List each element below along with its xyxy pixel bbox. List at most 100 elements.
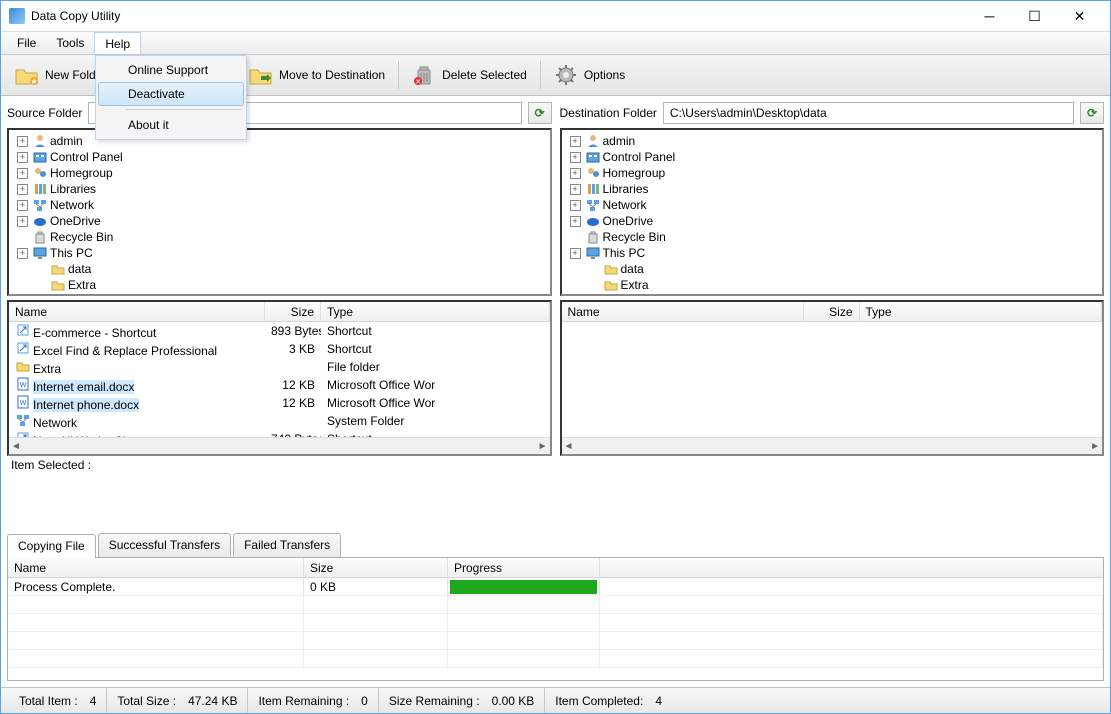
expand-icon[interactable]: + bbox=[570, 216, 581, 227]
tree-item[interactable]: +Control Panel bbox=[11, 149, 548, 165]
tree-item[interactable]: data bbox=[564, 261, 1101, 277]
expand-icon[interactable]: + bbox=[570, 168, 581, 179]
menu-file[interactable]: File bbox=[7, 32, 46, 54]
net-icon bbox=[15, 413, 31, 427]
source-label: Source Folder bbox=[7, 106, 82, 120]
pc-icon bbox=[585, 246, 601, 260]
expand-icon[interactable]: + bbox=[17, 184, 28, 195]
destination-file-list[interactable]: Name Size Type ◄► bbox=[560, 300, 1105, 456]
help-dropdown: Online Support Deactivate About it bbox=[95, 55, 247, 140]
tab-copying-file[interactable]: Copying File bbox=[7, 534, 96, 558]
item-completed-label: Item Completed: bbox=[555, 694, 643, 708]
expand-icon[interactable]: + bbox=[570, 184, 581, 195]
expand-icon[interactable]: + bbox=[17, 168, 28, 179]
source-refresh-button[interactable]: ⟳ bbox=[528, 102, 552, 124]
tab-failed-transfers[interactable]: Failed Transfers bbox=[233, 533, 341, 557]
copying-row: Process Complete.0 KB bbox=[8, 578, 1103, 596]
folder-icon bbox=[603, 262, 619, 276]
tree-item[interactable]: +Network bbox=[11, 197, 548, 213]
window-title: Data Copy Utility bbox=[31, 9, 120, 23]
tab-successful-transfers[interactable]: Successful Transfers bbox=[98, 533, 231, 557]
tree-item[interactable]: Extra bbox=[11, 277, 548, 293]
col-size[interactable]: Size bbox=[804, 302, 860, 321]
destination-pane: Destination Folder ⟳ +admin+Control Pane… bbox=[560, 100, 1105, 529]
menu-about[interactable]: About it bbox=[98, 113, 244, 137]
tree-item[interactable]: +Libraries bbox=[564, 181, 1101, 197]
tree-item[interactable]: Recycle Bin bbox=[564, 229, 1101, 245]
tree-item[interactable]: +Homegroup bbox=[564, 165, 1101, 181]
destination-hscroll[interactable]: ◄► bbox=[562, 437, 1103, 454]
onedrive-icon bbox=[585, 214, 601, 228]
total-size-value: 47.24 KB bbox=[188, 694, 237, 708]
link-icon bbox=[15, 323, 31, 337]
tree-item[interactable]: +Network bbox=[564, 197, 1101, 213]
destination-label: Destination Folder bbox=[560, 106, 657, 120]
expand-icon[interactable]: + bbox=[17, 152, 28, 163]
expand-icon[interactable]: + bbox=[17, 200, 28, 211]
minimize-button[interactable]: ─ bbox=[967, 2, 1012, 30]
expand-icon[interactable]: + bbox=[570, 200, 581, 211]
options-button[interactable]: Options bbox=[544, 58, 635, 92]
expand-icon[interactable]: + bbox=[570, 152, 581, 163]
menu-separator bbox=[126, 109, 242, 110]
tree-item[interactable]: +OneDrive bbox=[11, 213, 548, 229]
close-button[interactable]: ✕ bbox=[1057, 2, 1102, 30]
tree-item[interactable]: +admin bbox=[11, 133, 548, 149]
menubar: File Tools Help Online Support Deactivat… bbox=[1, 31, 1110, 55]
col-name[interactable]: Name bbox=[9, 302, 265, 321]
menu-deactivate[interactable]: Deactivate bbox=[98, 82, 244, 106]
destination-refresh-button[interactable]: ⟳ bbox=[1080, 102, 1104, 124]
tree-item[interactable]: Extra bbox=[564, 277, 1101, 293]
new-folder-button[interactable]: ★ New Fold bbox=[5, 58, 106, 92]
list-item[interactable]: New All Work - Shortcut740 BytesShortcut bbox=[9, 430, 550, 437]
net-icon bbox=[32, 198, 48, 212]
tree-item[interactable]: Recycle Bin bbox=[11, 229, 548, 245]
source-tree[interactable]: +admin+Control Panel+Homegroup+Libraries… bbox=[7, 128, 552, 296]
lib-icon bbox=[585, 182, 601, 196]
expand-icon[interactable]: + bbox=[570, 248, 581, 259]
cop-col-name[interactable]: Name bbox=[8, 558, 304, 577]
size-remaining-label: Size Remaining : bbox=[389, 694, 480, 708]
tree-item[interactable]: +OneDrive bbox=[564, 213, 1101, 229]
menu-help[interactable]: Help bbox=[94, 32, 141, 54]
folder-icon bbox=[50, 262, 66, 276]
tree-item[interactable]: data bbox=[11, 261, 548, 277]
delete-icon: ✕ bbox=[412, 63, 436, 87]
bottom-tabs: Copying File Successful Transfers Failed… bbox=[7, 533, 1104, 681]
progress-bar bbox=[450, 580, 597, 594]
expand-icon[interactable]: + bbox=[17, 216, 28, 227]
item-remaining-value: 0 bbox=[361, 694, 368, 708]
cop-col-size[interactable]: Size bbox=[304, 558, 448, 577]
item-completed-value: 4 bbox=[655, 694, 662, 708]
tree-item[interactable]: +Libraries bbox=[11, 181, 548, 197]
tree-item[interactable]: +This PC bbox=[11, 245, 548, 261]
docx-icon: W bbox=[15, 377, 31, 391]
maximize-button[interactable]: ☐ bbox=[1012, 2, 1057, 30]
recycle-icon bbox=[32, 230, 48, 244]
source-hscroll[interactable]: ◄► bbox=[9, 437, 550, 454]
cop-col-progress[interactable]: Progress bbox=[448, 558, 600, 577]
tree-item[interactable]: +Control Panel bbox=[564, 149, 1101, 165]
menu-tools[interactable]: Tools bbox=[46, 32, 94, 54]
user-icon bbox=[32, 134, 48, 148]
delete-selected-button[interactable]: ✕ Delete Selected bbox=[402, 58, 537, 92]
new-folder-icon: ★ bbox=[15, 63, 39, 87]
svg-text:★: ★ bbox=[30, 77, 37, 86]
col-size[interactable]: Size bbox=[265, 302, 321, 321]
source-file-list[interactable]: Name Size Type E-commerce - Shortcut893 … bbox=[7, 300, 552, 456]
tree-item[interactable]: +This PC bbox=[564, 245, 1101, 261]
col-type[interactable]: Type bbox=[321, 302, 550, 321]
tree-item[interactable]: +Homegroup bbox=[11, 165, 548, 181]
col-type[interactable]: Type bbox=[860, 302, 1103, 321]
move-to-destination-button[interactable]: Move to Destination bbox=[239, 58, 395, 92]
col-name[interactable]: Name bbox=[562, 302, 804, 321]
expand-icon[interactable]: + bbox=[17, 248, 28, 259]
menu-online-support[interactable]: Online Support bbox=[98, 58, 244, 82]
tree-item[interactable]: +admin bbox=[564, 133, 1101, 149]
app-icon bbox=[9, 8, 25, 24]
expand-icon[interactable]: + bbox=[570, 136, 581, 147]
item-selected-label: Item Selected : bbox=[7, 456, 552, 474]
expand-icon[interactable]: + bbox=[17, 136, 28, 147]
destination-path-input[interactable] bbox=[663, 102, 1074, 124]
destination-tree[interactable]: +admin+Control Panel+Homegroup+Libraries… bbox=[560, 128, 1105, 296]
